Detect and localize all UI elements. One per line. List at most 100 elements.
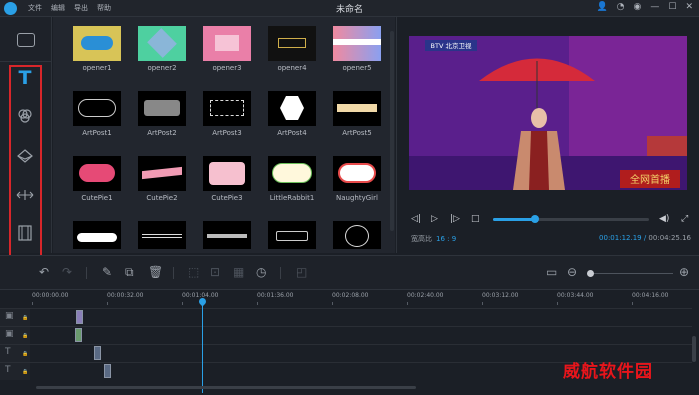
- menu-export[interactable]: 导出: [74, 3, 88, 13]
- track-header: ▣ 🔒: [0, 309, 30, 326]
- thumbnail: [73, 26, 121, 61]
- library-item[interactable]: opener4: [260, 26, 324, 72]
- ruler-tick: 00:04:16.00: [632, 292, 669, 299]
- lock-icon[interactable]: 🔒: [22, 369, 28, 375]
- crop-icon[interactable]: ⬚: [188, 265, 199, 279]
- overlay-icon[interactable]: [14, 145, 36, 167]
- ruler-mark: [107, 302, 108, 305]
- library-item[interactable]: [195, 221, 259, 249]
- time-ruler[interactable]: 00:00:00.00 00:00:32.00 00:01:04.00 00:0…: [0, 291, 699, 305]
- overlay-text: 全网首播: [630, 173, 670, 186]
- library-item[interactable]: CutePie1: [65, 156, 129, 202]
- duration-icon[interactable]: ◷: [256, 265, 266, 279]
- ruler-tick: 00:03:44.00: [557, 292, 594, 299]
- filter-icon[interactable]: [14, 105, 36, 127]
- film-icon[interactable]: [14, 222, 36, 244]
- thumbnail: [333, 91, 381, 126]
- ruler-tick: 00:03:12.00: [482, 292, 519, 299]
- ruler-mark: [332, 302, 333, 305]
- text-track-icon: T: [5, 365, 11, 375]
- aspect-ratio-value[interactable]: 16 : 9: [436, 235, 456, 243]
- library-item[interactable]: ArtPost2: [130, 91, 194, 137]
- library-item[interactable]: opener5: [325, 26, 389, 72]
- lock-icon[interactable]: 🔒: [22, 333, 28, 339]
- play-icon[interactable]: ▷: [431, 214, 438, 224]
- playback-slider[interactable]: [493, 215, 649, 223]
- volume-icon[interactable]: ◀): [659, 214, 669, 224]
- thumbnail: [138, 221, 186, 249]
- maximize-icon[interactable]: ☐: [668, 2, 676, 12]
- library-item[interactable]: [130, 221, 194, 249]
- menu-file[interactable]: 文件: [28, 3, 42, 13]
- zoom-handle[interactable]: [587, 270, 594, 277]
- playback-handle[interactable]: [531, 215, 540, 223]
- color-icon[interactable]: ◰: [296, 265, 307, 279]
- library-item[interactable]: ArtPost4: [260, 91, 324, 137]
- delete-icon[interactable]: 🗑: [148, 265, 163, 279]
- zoom-icon[interactable]: ⊡: [210, 265, 220, 279]
- video-clip[interactable]: [76, 310, 83, 324]
- next-frame-icon[interactable]: |▷: [450, 214, 460, 224]
- lock-icon[interactable]: 🔒: [22, 315, 28, 321]
- item-label: CutePie1: [81, 194, 113, 202]
- ruler-mark: [482, 302, 483, 305]
- library-item[interactable]: [325, 221, 389, 249]
- undo-icon[interactable]: ↶: [39, 265, 49, 279]
- edit-icon[interactable]: ✎: [102, 265, 112, 279]
- library-item[interactable]: [260, 221, 324, 249]
- library-item[interactable]: CutePie2: [130, 156, 194, 202]
- close-icon[interactable]: ✕: [685, 2, 693, 12]
- lock-icon[interactable]: 🔒: [22, 351, 28, 357]
- pip-track[interactable]: ▣ 🔒: [0, 326, 692, 344]
- app-logo: [4, 2, 17, 15]
- library-item[interactable]: ArtPost3: [195, 91, 259, 137]
- thumbnail: [268, 26, 316, 61]
- zoom-in-icon[interactable]: ⊕: [679, 265, 689, 279]
- minimize-icon[interactable]: —: [650, 2, 659, 12]
- library-item[interactable]: opener2: [130, 26, 194, 72]
- text-clip[interactable]: [104, 364, 111, 378]
- library-item[interactable]: ArtPost5: [325, 91, 389, 137]
- prev-frame-icon[interactable]: ◁|: [411, 214, 421, 224]
- library-item[interactable]: opener3: [195, 26, 259, 72]
- fit-icon[interactable]: ▭: [546, 265, 557, 279]
- text-clip[interactable]: [94, 346, 101, 360]
- transition-icon[interactable]: [14, 184, 36, 206]
- text-icon[interactable]: T: [14, 67, 36, 89]
- stop-icon[interactable]: □: [471, 214, 480, 224]
- pip-clip[interactable]: [75, 328, 82, 342]
- playhead[interactable]: [202, 301, 203, 393]
- video-track[interactable]: ▣ 🔒: [0, 308, 692, 326]
- mosaic-icon[interactable]: ▦: [233, 265, 244, 279]
- zoom-out-icon[interactable]: ⊖: [567, 265, 577, 279]
- library-item[interactable]: opener1: [65, 26, 129, 72]
- title-bar: 文件 编辑 导出 帮助 未命名 👤 ◔ ◉ — ☐ ✕: [0, 0, 699, 17]
- menu-edit[interactable]: 编辑: [51, 3, 65, 13]
- timeline-hscrollbar[interactable]: [36, 386, 416, 389]
- fullscreen-icon[interactable]: ⤢: [681, 214, 688, 224]
- menu-help[interactable]: 帮助: [97, 3, 111, 13]
- ruler-tick: 00:00:32.00: [107, 292, 144, 299]
- library-scrollbar[interactable]: [390, 31, 394, 231]
- sidebar: T: [0, 17, 52, 265]
- chat-icon[interactable]: ◔: [617, 2, 625, 12]
- ruler-tick: 00:00:00.00: [32, 292, 69, 299]
- user-icon[interactable]: 👤: [596, 2, 607, 12]
- edit-toolbar: ↶ ↷ ✎ ⧉ 🗑 ⬚ ⊡ ▦ ◷ ◰ ▭ ⊖ ⊕: [0, 255, 699, 290]
- item-label: ArtPost1: [82, 129, 112, 137]
- library-item[interactable]: NaughtyGirl: [325, 156, 389, 202]
- item-label: NaughtyGirl: [336, 194, 378, 202]
- redo-icon[interactable]: ↷: [62, 265, 72, 279]
- library-item[interactable]: LittleRabbit1: [260, 156, 324, 202]
- copy-icon[interactable]: ⧉: [125, 265, 134, 280]
- thumbnail: [73, 91, 121, 126]
- library-item[interactable]: ArtPost1: [65, 91, 129, 137]
- menu-icon[interactable]: ◉: [634, 2, 642, 12]
- library-item[interactable]: [65, 221, 129, 249]
- timeline-vscrollbar[interactable]: [692, 336, 696, 362]
- item-label: opener3: [212, 64, 242, 72]
- media-icon[interactable]: [17, 33, 35, 47]
- ruler-mark: [32, 302, 33, 305]
- zoom-slider[interactable]: [591, 273, 673, 274]
- library-item[interactable]: CutePie3: [195, 156, 259, 202]
